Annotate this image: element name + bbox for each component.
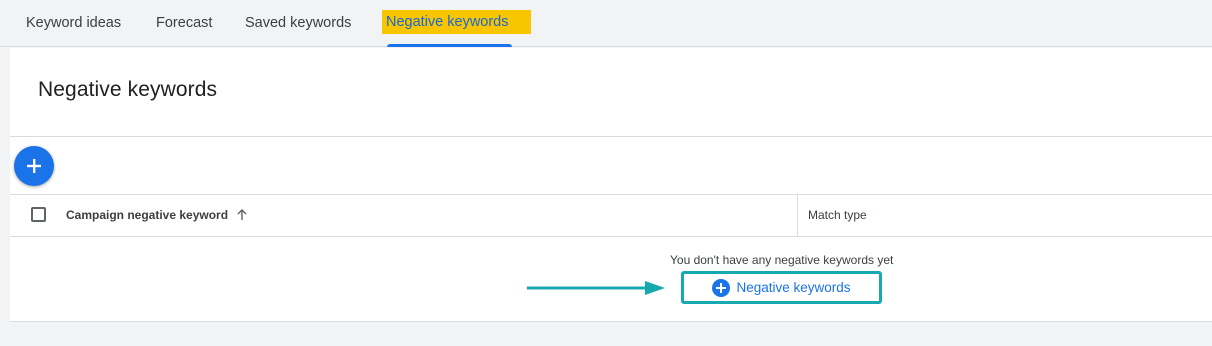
tab-keyword-ideas[interactable]: Keyword ideas [26,0,121,47]
active-tab-indicator [387,44,512,47]
column-header-campaign-negative-keyword[interactable]: Campaign negative keyword [66,208,248,222]
tab-label: Keyword ideas [26,15,122,31]
column-header-match-type[interactable]: Match type [808,208,867,222]
divider [10,136,1212,137]
select-all-checkbox[interactable] [31,207,46,222]
tab-forecast[interactable]: Forecast [156,0,212,47]
plus-icon [27,159,41,173]
divider [10,236,1212,237]
tab-label: Negative keywords [382,10,531,34]
callout-arrow-icon [527,281,665,295]
table-header: Campaign negative keyword Match type [10,195,1212,236]
tab-negative-keywords[interactable]: Negative keywords [382,0,531,47]
empty-state-message: You don't have any negative keywords yet [670,253,894,267]
column-divider [797,195,798,236]
page-title: Negative keywords [38,78,218,101]
tab-bar: Keyword ideas Forecast Saved keywords Ne… [0,0,1212,47]
arrow-up-icon [237,209,247,220]
add-negative-keywords-link[interactable]: Negative keywords [681,271,882,304]
column-header-label: Campaign negative keyword [66,208,229,222]
add-negative-keyword-button[interactable] [14,146,54,186]
tab-saved-keywords[interactable]: Saved keywords [245,0,351,47]
tab-label: Saved keywords [245,15,352,31]
tab-label: Forecast [156,15,213,31]
add-link-label: Negative keywords [736,280,851,295]
plus-circle-icon [712,278,731,297]
